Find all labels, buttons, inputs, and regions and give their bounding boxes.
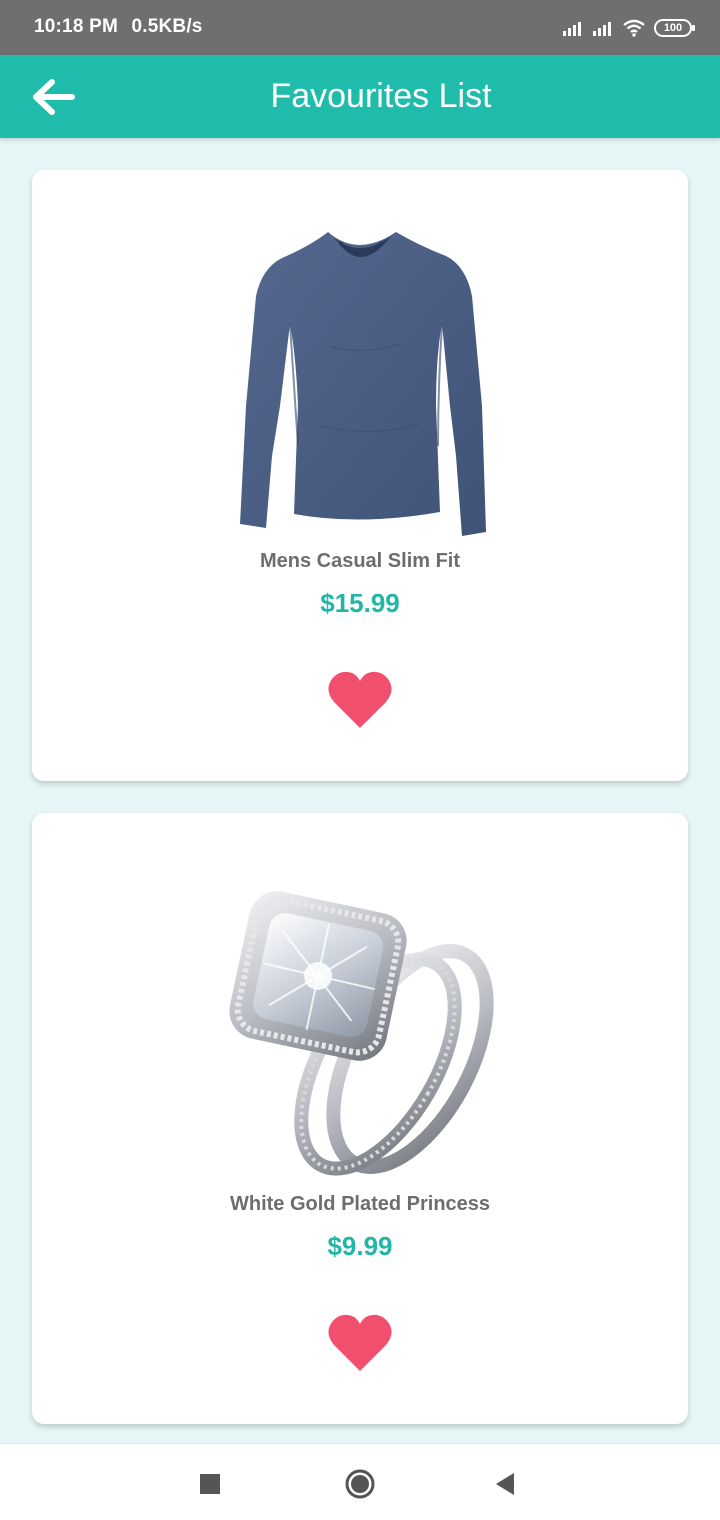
recents-button[interactable] [194,1468,226,1500]
home-button[interactable] [344,1468,376,1500]
app-bar: Favourites List [0,55,720,138]
system-nav-bar [0,1443,720,1520]
product-image-ring [210,849,510,1187]
product-image-shirt [240,232,486,536]
back-triangle-icon [496,1473,514,1495]
status-time: 10:18 PM [34,16,118,37]
status-bar: 10:18 PM 0.5KB/s 100 [0,0,720,55]
page-title: Favourites List [270,77,492,115]
favourite-button[interactable] [326,668,394,732]
signal-icon-2 [593,22,611,36]
recents-square-icon [200,1474,220,1494]
nav-back-button[interactable] [490,1468,522,1500]
product-price: $15.99 [320,588,400,618]
favourite-card[interactable]: White Gold Plated Princess $9.99 [32,813,688,1424]
battery-icon: 100 [654,19,695,37]
product-name: Mens Casual Slim Fit [259,550,461,572]
wifi-icon [623,19,645,37]
status-left: 10:18 PM 0.5KB/s [34,16,203,38]
favourite-button[interactable] [326,1311,394,1375]
favourite-card[interactable]: Mens Casual Slim Fit $15.99 [32,170,688,781]
status-icons: 100 [562,16,695,40]
product-name: White Gold Plated Princess [229,1193,491,1215]
heart-icon [328,671,392,728]
signal-icon [563,22,581,36]
home-circle-icon [345,1469,375,1499]
product-price: $9.99 [327,1231,393,1261]
favourites-list: Mens Casual Slim Fit $15.99 White Gold P… [0,138,720,1443]
network-speed: 0.5KB/s [131,16,203,37]
heart-icon [328,1314,392,1371]
